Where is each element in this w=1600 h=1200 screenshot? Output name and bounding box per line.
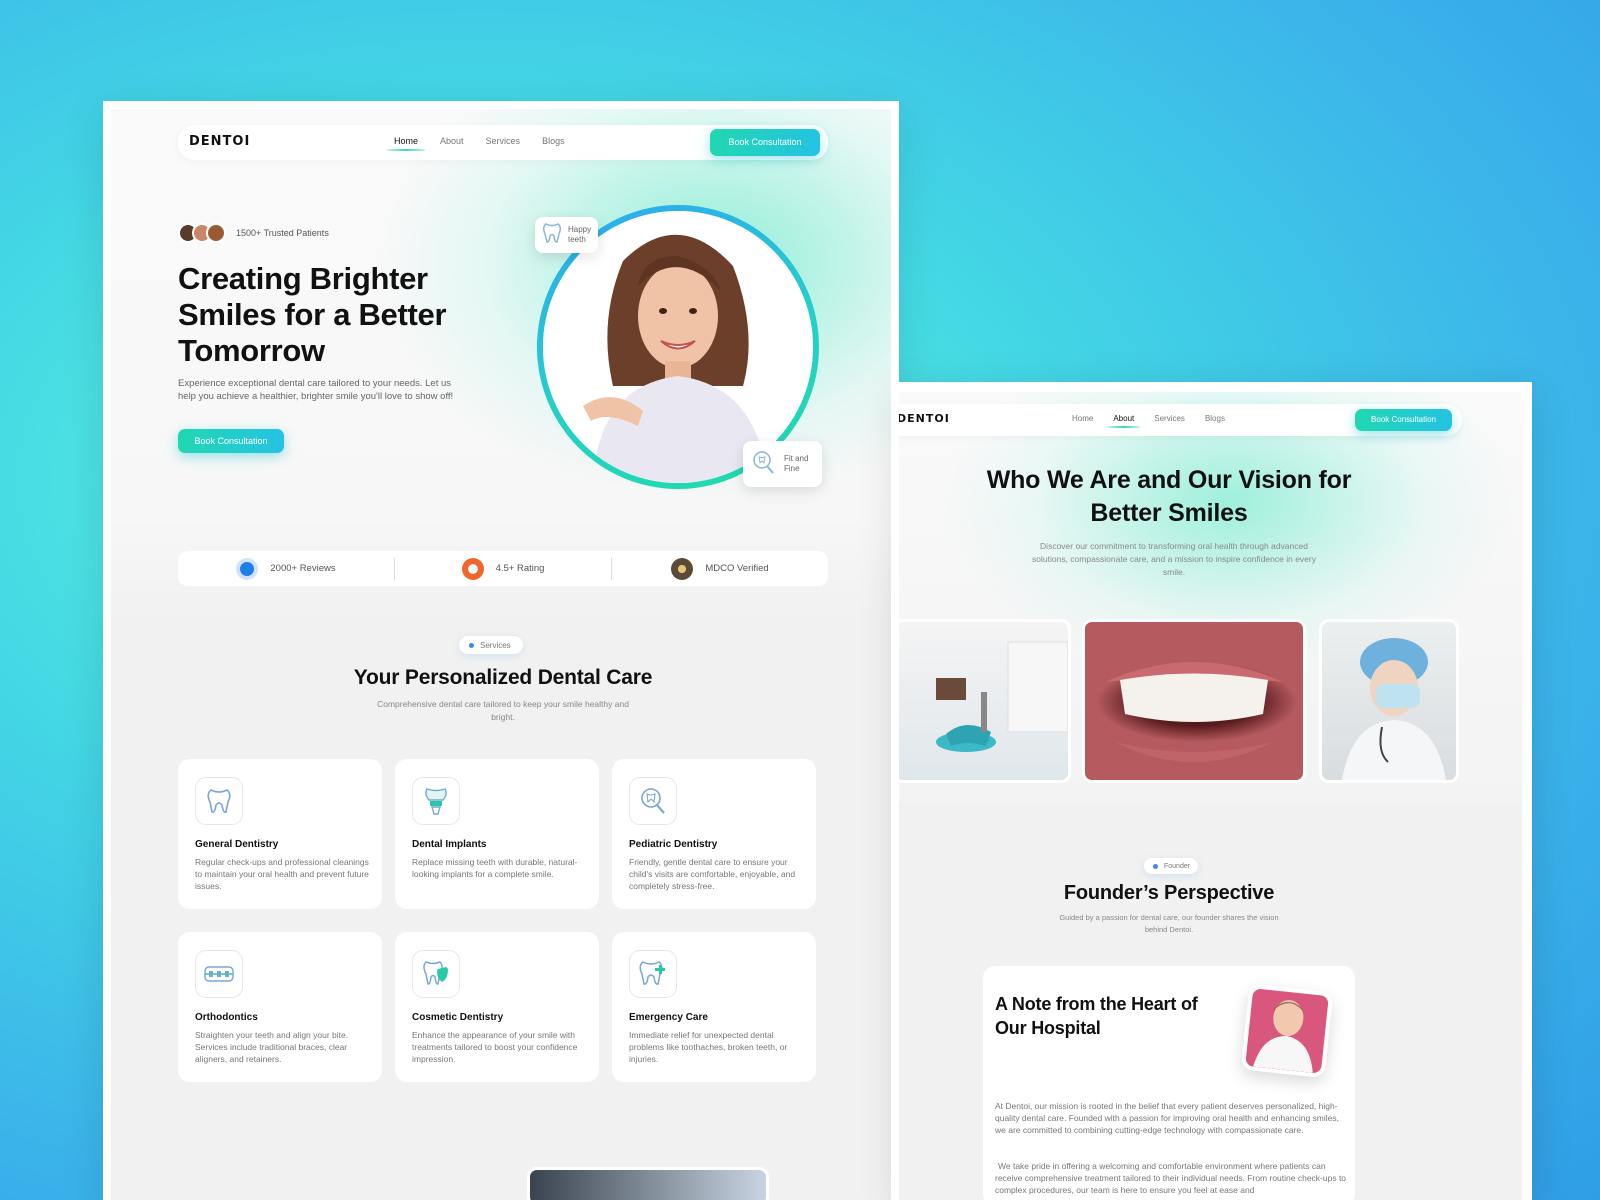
service-card-description: Replace missing teeth with durable, natu… (412, 857, 578, 879)
reviews-badge-icon (236, 557, 259, 580)
nav-links: Home About Services Blogs (383, 136, 576, 151)
implant-icon (412, 777, 460, 825)
clinic-room-photo (899, 619, 1071, 783)
shield-tooth-icon (412, 950, 460, 998)
about-subtitle: Discover our commitment to transforming … (1032, 541, 1316, 577)
service-card[interactable]: Emergency Care Immediate relief for unexp… (612, 932, 816, 1082)
service-card-description: Enhance the appearance of your smile wit… (412, 1030, 578, 1064)
service-card[interactable]: Cosmetic Dentistry Enhance the appearance… (395, 932, 599, 1082)
tooth-icon (542, 222, 562, 249)
nav-link-home[interactable]: Home (1062, 414, 1103, 427)
magnify-tooth-icon (751, 449, 775, 480)
smile-teeth-photo (1082, 619, 1306, 783)
nav-link-about[interactable]: About (429, 136, 475, 150)
services-title: Your Personalized Dental Care (353, 666, 653, 689)
happy-teeth-chip: Happy teeth (535, 217, 598, 253)
trusted-patients-label: 1500+ Trusted Patients (236, 228, 329, 238)
happy-teeth-label: Happy teeth (568, 225, 592, 244)
founder-pill: Founder (1144, 858, 1198, 874)
nav-link-home[interactable]: Home (383, 136, 429, 151)
avatar (206, 223, 226, 243)
note-paragraph-2: We take pride in offering a welcoming an… (995, 1161, 1347, 1195)
nav-link-blogs[interactable]: Blogs (531, 136, 576, 150)
magnify-tooth-icon (629, 777, 677, 825)
service-card[interactable]: General Dentistry Regular check-ups and p… (178, 759, 382, 909)
service-card-title: Emergency Care (629, 1012, 708, 1023)
stat-rating-label: 4.5+ Rating (495, 563, 545, 574)
founder-title: Founder’s Perspective (1063, 882, 1275, 904)
hero-book-consultation-button[interactable]: Book Consultation (178, 429, 284, 453)
note-title: A Note from the Heart of Our Hospital (995, 994, 1198, 1038)
note-paragraph-1: At Dentoi, our mission is rooted in the … (995, 1101, 1339, 1135)
stat-verified-label: MDCO Verified (705, 563, 769, 574)
service-card[interactable]: Orthodontics Straighten your teeth and al… (178, 932, 382, 1082)
service-card[interactable]: Pediatric Dentistry Friendly, gentle dent… (612, 759, 816, 909)
services-subtitle: Comprehensive dental care tailored to ke… (377, 699, 629, 722)
service-card-title: General Dentistry (195, 839, 279, 850)
pill-dot (469, 642, 474, 648)
book-consultation-button[interactable]: Book Consultation (710, 129, 820, 156)
stat-reviews-label: 2000+ Reviews (270, 563, 336, 574)
tooth-icon (195, 777, 243, 825)
stats-bar: 2000+ Reviews 4.5+ Rating MDCO Verified (178, 551, 828, 586)
service-card-title: Cosmetic Dentistry (412, 1012, 504, 1023)
service-card-description: Friendly, gentle dental care to ensure y… (629, 857, 796, 891)
braces-icon (195, 950, 243, 998)
stat-verified: MDCO Verified (611, 557, 828, 580)
pill-dot (1153, 863, 1158, 869)
service-card-description: Immediate relief for unexpected dental p… (629, 1030, 788, 1064)
about-title: Who We Are and Our Vision for Better Smi… (986, 466, 1352, 527)
fit-and-fine-chip: Fit and Fine (743, 441, 822, 487)
founder-subtitle: Guided by a passion for dental care, our… (1059, 913, 1279, 934)
services-pill: Services (459, 636, 523, 654)
service-card-description: Regular check-ups and professional clean… (195, 857, 369, 891)
nav-link-services[interactable]: Services (1144, 414, 1195, 427)
stat-reviews: 2000+ Reviews (178, 557, 394, 580)
service-card-description: Straighten your teeth and align your bit… (195, 1030, 349, 1064)
service-card-title: Pediatric Dentistry (629, 839, 718, 850)
about-page-panel: DENTOI Home About Services Blogs Book Co… (899, 382, 1532, 1200)
rating-badge-icon (461, 557, 484, 580)
founder-pill-label: Founder (1164, 862, 1191, 870)
hero-title: Creating Brighter Smiles for a Better To… (178, 261, 447, 368)
book-consultation-button[interactable]: Book Consultation (1355, 409, 1452, 431)
dentist-photo (1319, 619, 1459, 783)
home-page-panel: DENTOI Home About Services Blogs Book Co… (103, 101, 899, 1200)
nav-link-services[interactable]: Services (475, 136, 532, 150)
service-card-title: Dental Implants (412, 839, 487, 850)
founder-photo (1240, 983, 1334, 1079)
nav-link-about[interactable]: About (1103, 414, 1144, 428)
verified-badge-icon (671, 557, 694, 580)
about-navbar: DENTOI Home About Services Blogs Book Co… (899, 404, 1462, 436)
hero-description: Experience exceptional dental care tailo… (178, 378, 454, 402)
home-navbar: DENTOI Home About Services Blogs Book Co… (178, 125, 828, 160)
services-pill-label: Services (480, 640, 511, 650)
fit-and-fine-label: Fit and Fine (784, 454, 809, 473)
logo[interactable]: DENTOI (189, 134, 250, 149)
trusted-patients: 1500+ Trusted Patients (178, 223, 329, 243)
service-card[interactable]: Dental Implants Replace missing teeth wit… (395, 759, 599, 909)
nav-links: Home About Services Blogs (1062, 414, 1235, 428)
next-section-image-peek (527, 1167, 769, 1200)
emergency-tooth-icon (629, 950, 677, 998)
nav-link-blogs[interactable]: Blogs (1195, 414, 1235, 427)
logo[interactable]: DENTOI (899, 412, 950, 425)
founder-note-card: A Note from the Heart of Our Hospital At… (983, 966, 1355, 1200)
stat-rating: 4.5+ Rating (394, 557, 611, 580)
service-card-title: Orthodontics (195, 1012, 258, 1023)
